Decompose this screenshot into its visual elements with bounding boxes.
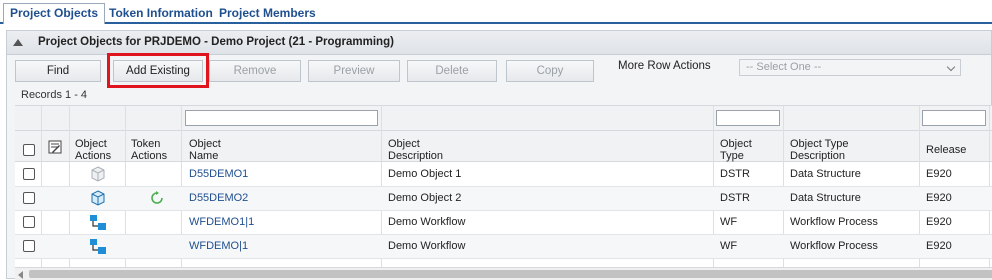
more-row-actions-label: More Row Actions: [618, 60, 711, 72]
delete-button[interactable]: Delete: [407, 60, 497, 82]
refresh-token-icon[interactable]: [149, 190, 165, 206]
scroll-left-icon[interactable]: [18, 271, 23, 279]
highlight-box: [107, 53, 209, 88]
preview-button[interactable]: Preview: [308, 60, 400, 82]
scrollbar-thumb[interactable]: [29, 270, 992, 278]
object-type-description: Workflow Process: [790, 216, 878, 228]
object-type-filter[interactable]: [716, 110, 780, 126]
remove-button[interactable]: Remove: [209, 60, 301, 82]
row-checkbox[interactable]: [23, 192, 35, 204]
col-object-description[interactable]: Object Description: [388, 138, 443, 162]
panel-title: Project Objects for PRJDEMO - Demo Proje…: [38, 36, 394, 48]
table-row[interactable]: D55DEMO1 Demo Object 1 DSTR Data Structu…: [15, 163, 992, 187]
row-checkbox[interactable]: [23, 216, 35, 228]
table-row[interactable]: WFDEMO1|1 Demo Workflow WF Workflow Proc…: [15, 211, 992, 235]
data-structure-faded-icon[interactable]: [90, 166, 106, 182]
panel-header: Project Objects for PRJDEMO - Demo Proje…: [7, 31, 991, 55]
release-filter[interactable]: [922, 110, 986, 126]
find-button[interactable]: Find: [15, 60, 101, 82]
object-name-link[interactable]: WFDEMO1|1: [189, 216, 254, 228]
tab-bar: Project Objects Token Information Projec…: [0, 0, 992, 27]
tab-project-members[interactable]: Project Members: [213, 4, 322, 24]
row-checkbox[interactable]: [23, 240, 35, 252]
object-description: Demo Workflow: [388, 216, 466, 228]
row-checkbox[interactable]: [23, 168, 35, 180]
tab-token-information[interactable]: Token Information: [103, 4, 219, 24]
object-description: Demo Object 2: [388, 192, 462, 204]
filter-row: [15, 106, 992, 131]
copy-button[interactable]: Copy: [506, 60, 594, 82]
col-object-type[interactable]: Object Type: [720, 138, 752, 162]
object-name-link[interactable]: D55DEMO1: [189, 168, 248, 180]
object-type: DSTR: [720, 168, 750, 180]
object-type: WF: [720, 216, 738, 228]
table-row[interactable]: D55DEMO2 Demo Object 2 DSTR Data Structu…: [15, 187, 992, 211]
edit-grid-icon[interactable]: [48, 140, 62, 154]
col-token-actions[interactable]: Token Actions: [131, 138, 167, 162]
tab-project-objects[interactable]: Project Objects: [3, 3, 106, 27]
object-type-description: Workflow Process: [790, 240, 878, 252]
release: E920: [926, 240, 952, 252]
project-objects-panel: Project Objects for PRJDEMO - Demo Proje…: [6, 30, 992, 280]
data-structure-icon[interactable]: [90, 190, 106, 206]
table-row[interactable]: WFDEMO|1 Demo Workflow WF Workflow Proce…: [15, 235, 992, 259]
select-value: -- Select One --: [746, 61, 822, 73]
objects-grid: Object Actions Token Actions Object Name Ob…: [15, 105, 992, 268]
collapse-icon[interactable]: [13, 39, 23, 46]
release: E920: [926, 168, 952, 180]
col-object-type-description[interactable]: Object Type Description: [790, 138, 849, 162]
object-name-link[interactable]: WFDEMO|1: [189, 240, 248, 252]
chevron-down-icon: [946, 62, 956, 72]
object-type-description: Data Structure: [790, 192, 861, 204]
horizontal-scrollbar[interactable]: [15, 267, 992, 280]
select-all-checkbox[interactable]: [23, 144, 35, 156]
object-type-description: Data Structure: [790, 168, 861, 180]
release: E920: [926, 192, 952, 204]
release: E920: [926, 216, 952, 228]
workflow-icon[interactable]: [89, 214, 107, 231]
more-row-actions-select[interactable]: -- Select One --: [739, 59, 961, 76]
col-release[interactable]: Release: [926, 144, 966, 156]
object-type: WF: [720, 240, 738, 252]
object-name-link[interactable]: D55DEMO2: [189, 192, 248, 204]
object-type: DSTR: [720, 192, 750, 204]
object-name-filter[interactable]: [185, 110, 378, 126]
workflow-icon[interactable]: [89, 238, 107, 255]
object-description: Demo Object 1: [388, 168, 462, 180]
records-count: Records 1 - 4: [21, 89, 88, 101]
object-description: Demo Workflow: [388, 240, 466, 252]
col-object-actions[interactable]: Object Actions: [75, 138, 111, 162]
col-object-name[interactable]: Object Name: [189, 138, 221, 162]
